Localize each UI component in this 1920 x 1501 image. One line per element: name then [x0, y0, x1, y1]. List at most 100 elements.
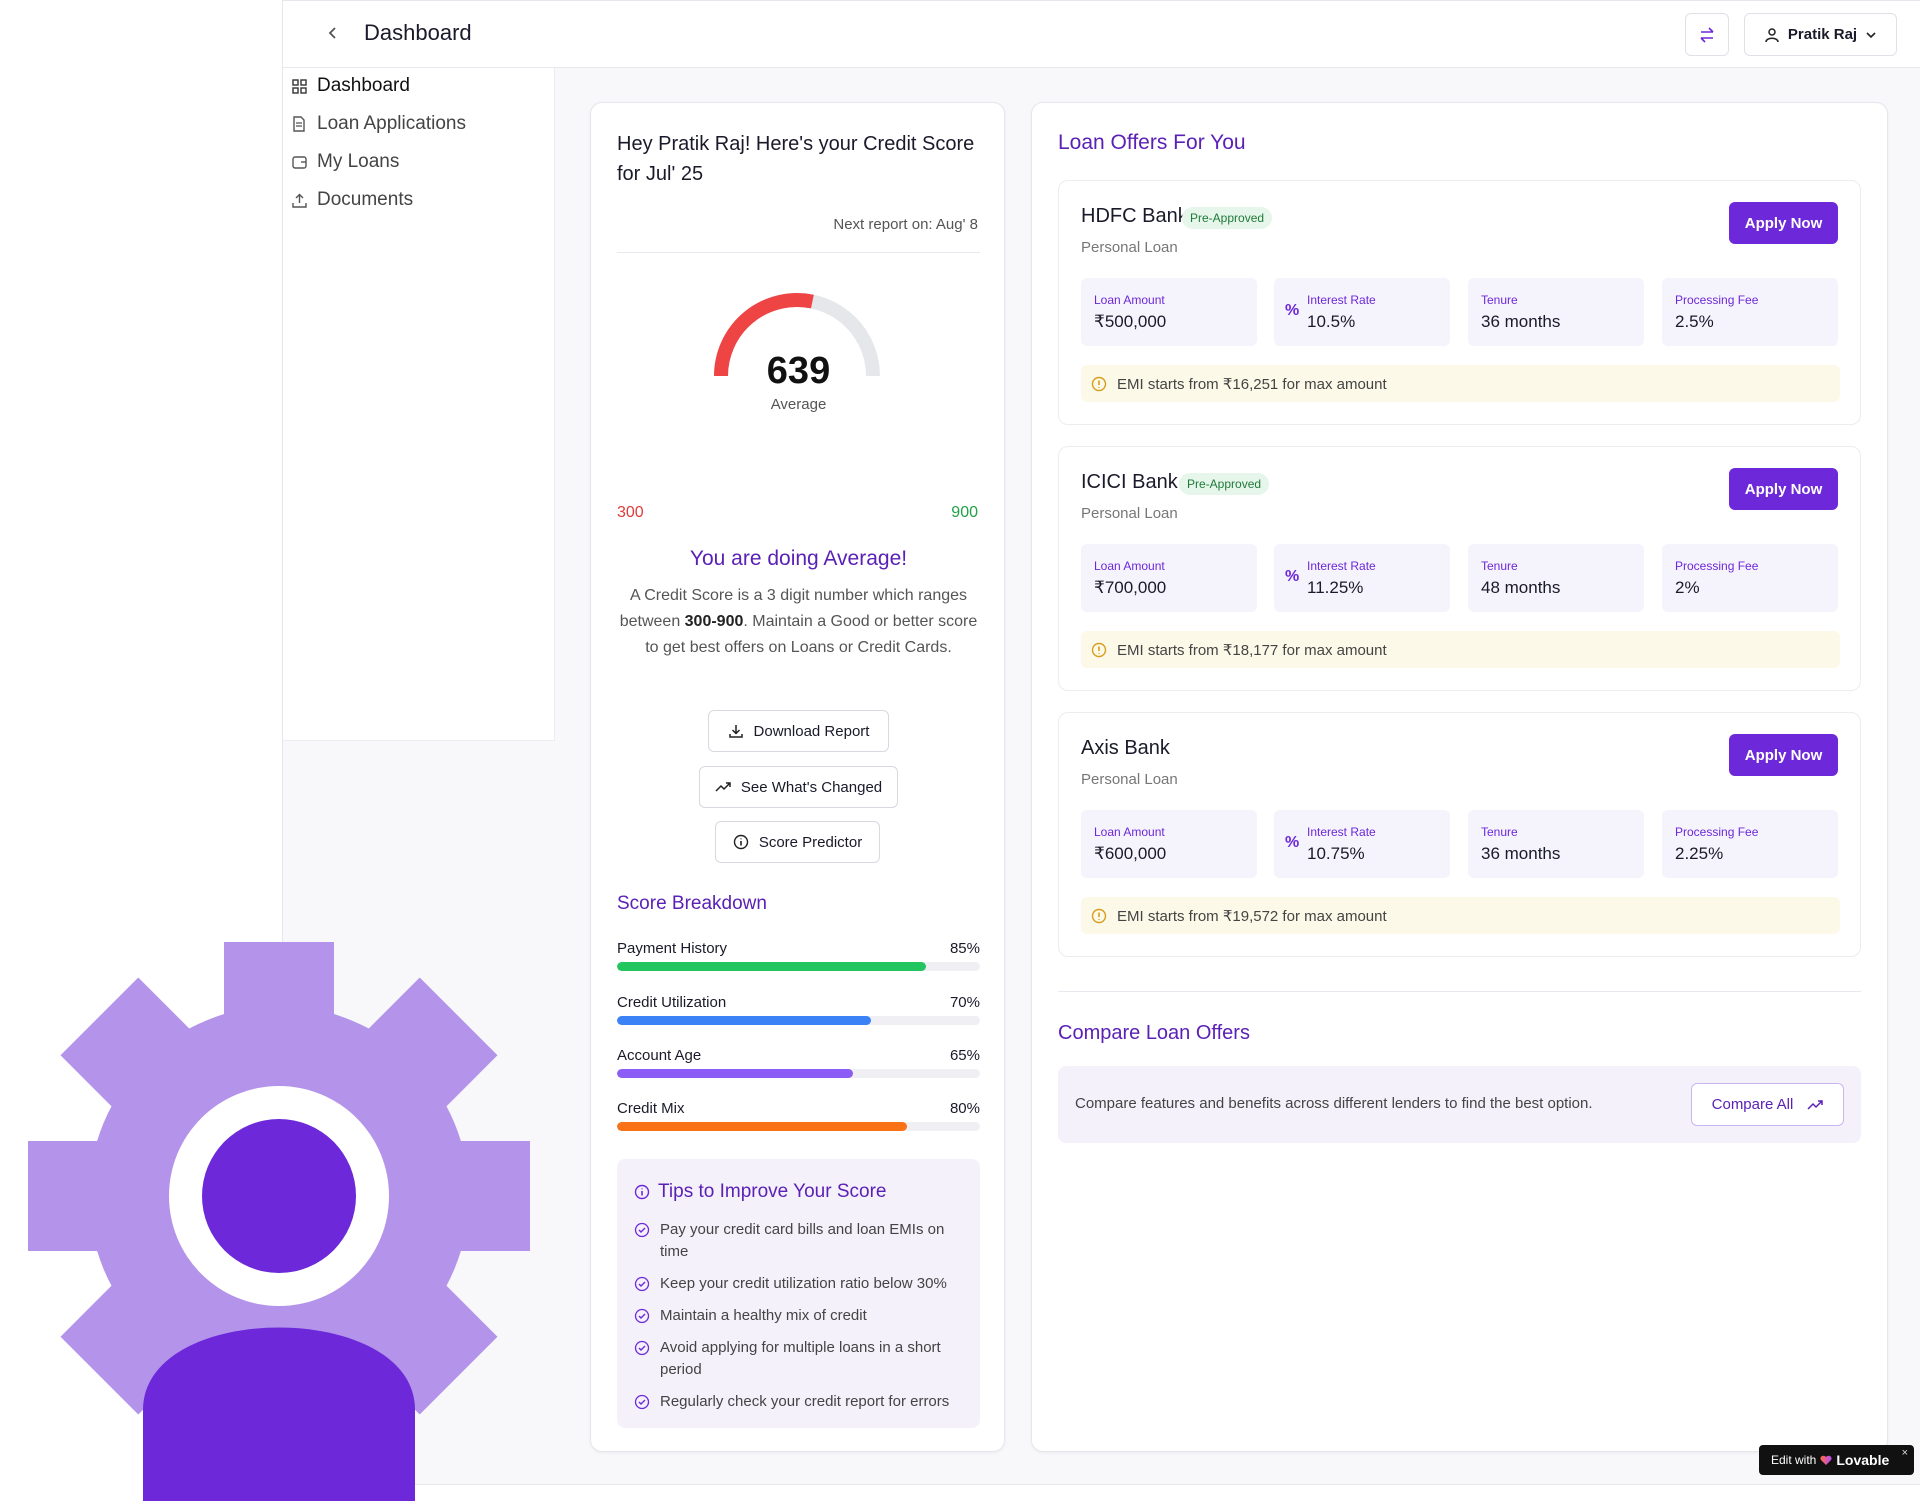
- download-report-button[interactable]: Download Report: [708, 710, 889, 752]
- sidebar-item-documents[interactable]: Documents: [291, 185, 413, 215]
- user-menu-button[interactable]: Pratik Raj: [1744, 13, 1897, 56]
- alert-circle-icon: [1091, 908, 1107, 923]
- credit-score-value: 639: [766, 350, 831, 392]
- button-label: See What's Changed: [740, 778, 883, 796]
- check-circle-icon: [634, 1340, 650, 1356]
- stat-value: 36 months: [1481, 844, 1561, 863]
- loan-offer-icici: ICICI Bank Pre-Approved Personal Loan Ap…: [1058, 446, 1861, 691]
- pre-approved-badge: Pre-Approved: [1182, 207, 1273, 229]
- loan-offers-card: Loan Offers For You HDFC Bank Pre-Approv…: [1031, 102, 1888, 1452]
- edit-with-lovable-badge[interactable]: Edit with Lovable ×: [1759, 1445, 1914, 1475]
- loan-offer-axis: Axis Bank Personal Loan Apply Now Loan A…: [1058, 712, 1861, 957]
- breakdown-percent: 65%: [949, 1047, 980, 1064]
- button-label: Download Report: [753, 722, 870, 740]
- breakdown-percent: 80%: [949, 1100, 980, 1117]
- stat-label: Loan Amount: [1094, 293, 1165, 307]
- file-icon: [291, 116, 307, 132]
- sidebar-item-label: Documents: [317, 189, 414, 210]
- grid-icon: [291, 78, 307, 94]
- emi-note: EMI starts from ₹19,572 for max amount: [1081, 897, 1840, 934]
- arrows-swap-icon: [1700, 26, 1714, 43]
- compare-all-button[interactable]: Compare All: [1691, 1083, 1844, 1126]
- stat-label: Processing Fee: [1675, 825, 1759, 839]
- tip-text: Maintain a healthy mix of credit: [660, 1307, 867, 1324]
- divider: [617, 252, 980, 253]
- tip-item: Regularly check your credit report for e…: [634, 1391, 964, 1413]
- percent-icon: %: [1285, 302, 1300, 319]
- pre-approved-badge: Pre-Approved: [1179, 473, 1270, 495]
- back-button[interactable]: [321, 21, 345, 45]
- breakdown-label: Credit Utilization: [617, 994, 727, 1011]
- user-head: [202, 1119, 356, 1273]
- stat-value: 10.75%: [1307, 844, 1365, 863]
- compare-title: Compare Loan Offers: [1058, 1022, 1250, 1044]
- breakdown-label: Payment History: [617, 940, 728, 957]
- processing-fee-stat: Processing Fee 2.5%: [1662, 278, 1838, 346]
- stat-value: 2.5%: [1675, 312, 1714, 331]
- sidebar-item-label: Dashboard: [317, 75, 410, 96]
- loan-type: Personal Loan: [1081, 771, 1178, 788]
- emi-text: EMI starts from ₹19,572 for max amount: [1117, 907, 1387, 925]
- stat-label: Interest Rate: [1307, 825, 1376, 839]
- emi-note: EMI starts from ₹16,251 for max amount: [1081, 365, 1840, 402]
- stat-label: Interest Rate: [1307, 559, 1376, 573]
- breakdown-percent: 85%: [949, 940, 980, 957]
- info-icon: [733, 834, 749, 850]
- interest-rate-stat: % Interest Rate 11.25%: [1274, 544, 1450, 612]
- close-icon[interactable]: ×: [1902, 1447, 1908, 1459]
- stat-value: 11.25%: [1307, 578, 1364, 597]
- progress-track: [617, 1069, 980, 1078]
- loan-amount-stat: Loan Amount ₹500,000: [1081, 278, 1257, 346]
- score-breakdown-title: Score Breakdown: [617, 893, 767, 914]
- progress-fill: [617, 1069, 853, 1078]
- breakdown-label: Credit Mix: [617, 1100, 685, 1117]
- user-icon: [1765, 27, 1779, 42]
- apply-now-button[interactable]: Apply Now: [1729, 202, 1838, 244]
- divider: [1058, 991, 1861, 992]
- check-circle-icon: [634, 1222, 650, 1238]
- lovable-prefix: Edit with: [1771, 1453, 1817, 1467]
- score-range-max: 900: [951, 504, 978, 521]
- credit-score-description: A Credit Score is a 3 digit number which…: [617, 583, 980, 661]
- stat-value: 36 months: [1481, 312, 1561, 331]
- sidebar: Dashboard Loan Applications My Loans Doc…: [283, 68, 555, 741]
- tip-item: Maintain a healthy mix of credit: [634, 1305, 964, 1327]
- progress-track: [617, 1122, 980, 1131]
- score-status: You are doing Average!: [689, 547, 908, 570]
- tip-text: Keep your credit utilization ratio below…: [660, 1275, 947, 1292]
- score-predictor-button[interactable]: Score Predictor: [715, 821, 880, 863]
- emi-text: EMI starts from ₹18,177 for max amount: [1117, 641, 1387, 659]
- check-circle-icon: [634, 1276, 650, 1292]
- progress-fill: [617, 962, 926, 971]
- upload-icon: [291, 192, 307, 208]
- bank-name: ICICI Bank: [1081, 471, 1178, 493]
- switch-view-button[interactable]: [1685, 13, 1729, 56]
- progress-track: [617, 962, 980, 971]
- trending-up-icon: [1807, 1099, 1824, 1110]
- apply-now-button[interactable]: Apply Now: [1729, 734, 1838, 776]
- stat-value: 2%: [1675, 578, 1700, 597]
- sidebar-item-loan-applications[interactable]: Loan Applications: [291, 109, 466, 139]
- sidebar-item-my-loans[interactable]: My Loans: [291, 147, 399, 177]
- info-icon: [634, 1184, 650, 1200]
- trending-up-icon: [715, 782, 731, 792]
- alert-circle-icon: [1091, 642, 1107, 657]
- apply-now-button[interactable]: Apply Now: [1729, 468, 1838, 510]
- user-name: Pratik Raj: [1787, 26, 1858, 43]
- processing-fee-stat: Processing Fee 2%: [1662, 544, 1838, 612]
- see-whats-changed-button[interactable]: See What's Changed: [699, 766, 898, 808]
- tip-text: Pay your credit card bills and loan EMIs…: [660, 1221, 945, 1260]
- button-label: Score Predictor: [758, 833, 863, 851]
- interest-rate-stat: % Interest Rate 10.5%: [1274, 278, 1450, 346]
- stat-label: Tenure: [1481, 559, 1518, 573]
- tip-text: Regularly check your credit report for e…: [660, 1393, 950, 1410]
- stat-label: Processing Fee: [1675, 293, 1759, 307]
- chevron-down-icon: [1866, 31, 1876, 38]
- bank-name: Axis Bank: [1081, 737, 1170, 759]
- stat-label: Loan Amount: [1094, 825, 1165, 839]
- interest-rate-stat: % Interest Rate 10.75%: [1274, 810, 1450, 878]
- compare-description: Compare features and benefits across dif…: [1075, 1095, 1593, 1112]
- sidebar-item-dashboard[interactable]: Dashboard: [291, 71, 410, 101]
- loan-amount-stat: Loan Amount ₹600,000: [1081, 810, 1257, 878]
- alert-circle-icon: [1091, 376, 1107, 391]
